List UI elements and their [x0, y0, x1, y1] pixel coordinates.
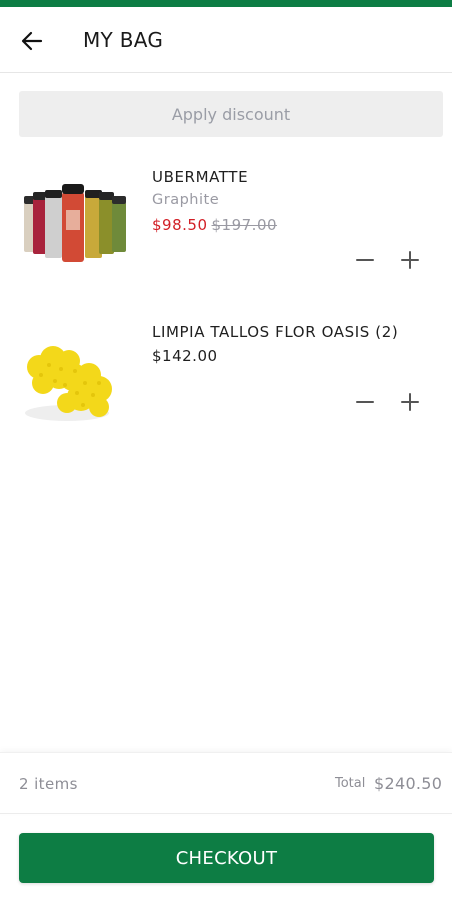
increase-quantity-button[interactable]	[397, 389, 423, 415]
bag-summary: 2 items Total $240.50	[0, 752, 452, 814]
total-label: Total	[335, 776, 366, 791]
item-variant: Graphite	[152, 192, 220, 208]
original-price: $197.00	[211, 216, 278, 234]
checkout-button[interactable]: CHECKOUT	[19, 833, 434, 883]
plus-icon	[401, 251, 419, 269]
total-value: $240.50	[374, 774, 443, 793]
yellow-sponge-image	[19, 325, 135, 430]
decrease-quantity-button[interactable]	[352, 247, 378, 273]
sale-price: $98.50	[152, 216, 208, 234]
plus-icon	[401, 393, 419, 411]
increase-quantity-button[interactable]	[397, 247, 423, 273]
minus-icon	[356, 401, 374, 403]
spray-bottles-image	[19, 170, 135, 275]
item-name: LIMPIA TALLOS FLOR OASIS (2)	[152, 323, 399, 341]
app-header: MY BAG	[0, 7, 452, 73]
bag-item: LIMPIA TALLOS FLOR OASIS (2) $142.00	[0, 315, 452, 445]
bag-item: UBERMATTE Graphite $98.50 $197.00	[0, 160, 452, 290]
item-name: UBERMATTE	[152, 168, 249, 186]
minus-icon	[356, 259, 374, 261]
arrow-left-icon	[21, 31, 43, 51]
item-count: 2 items	[19, 775, 78, 793]
page-title: MY BAG	[83, 28, 164, 52]
back-button[interactable]	[14, 25, 50, 57]
item-price: $98.50 $197.00	[152, 216, 277, 234]
item-price: $142.00	[152, 347, 218, 365]
top-accent-bar	[0, 0, 452, 7]
decrease-quantity-button[interactable]	[352, 389, 378, 415]
apply-discount-button[interactable]: Apply discount	[19, 91, 443, 137]
